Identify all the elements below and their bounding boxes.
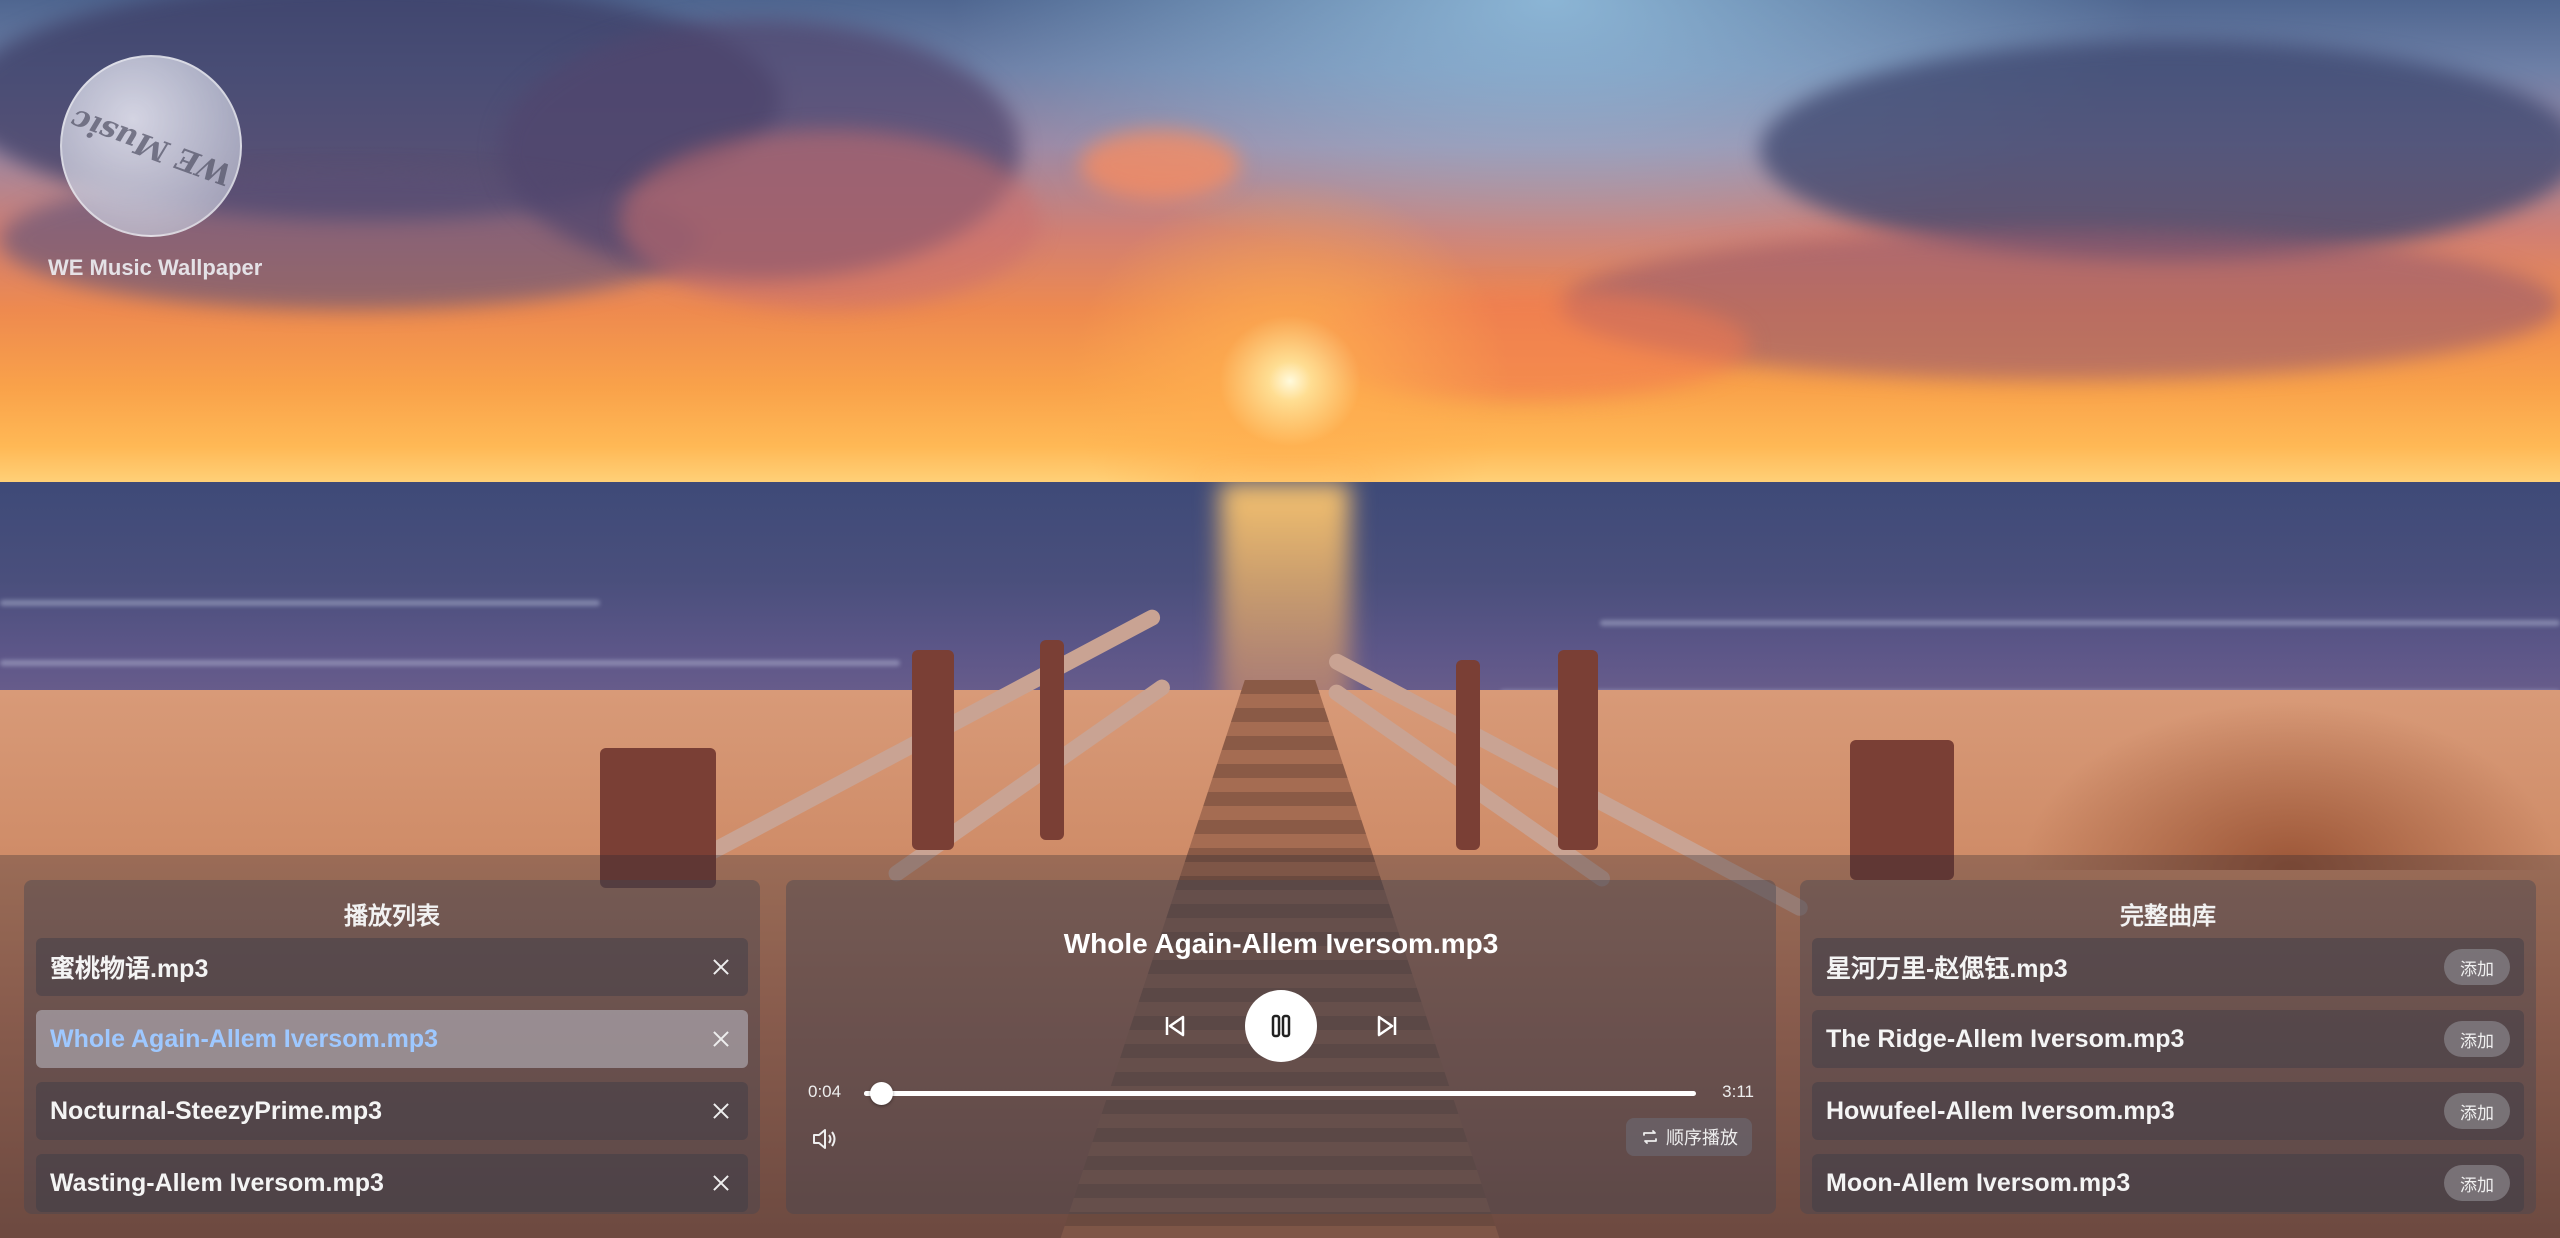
playlist-item-active[interactable]: Whole Again-Allem Iversom.mp3 [36, 1010, 748, 1068]
progress-knob[interactable] [870, 1082, 894, 1105]
close-icon[interactable] [708, 1026, 734, 1052]
app-name: WE Music Wallpaper [48, 255, 263, 280]
playlist-item[interactable]: Nocturnal-SteezyPrime.mp3 [36, 1082, 748, 1140]
play-mode-button[interactable]: 顺序播放 [1626, 1118, 1752, 1156]
pause-button[interactable] [1245, 990, 1317, 1062]
total-time: 3:11 [1722, 1082, 1754, 1101]
railing-post [1558, 650, 1598, 850]
library-panel: 完整曲库 星河万里-赵偲钰.mp3 添加 The Ridge-Allem Ive… [1800, 880, 2536, 1214]
add-button[interactable]: 添加 [2444, 949, 2510, 985]
library-item[interactable]: The Ridge-Allem Iversom.mp3 添加 [1812, 1010, 2524, 1068]
add-button[interactable]: 添加 [2444, 1093, 2510, 1129]
pause-icon [1271, 1014, 1291, 1038]
close-icon[interactable] [708, 1098, 734, 1124]
library-item[interactable]: Howufeel-Allem Iversom.mp3 添加 [1812, 1082, 2524, 1140]
playlist-item[interactable]: Wasting-Allem Iversom.mp3 [36, 1154, 748, 1212]
skip-previous-icon[interactable] [1155, 1006, 1195, 1046]
volume-icon[interactable] [810, 1124, 840, 1154]
playlist-item-label: Nocturnal-SteezyPrime.mp3 [50, 1096, 383, 1125]
library-item[interactable]: 星河万里-赵偲钰.mp3 添加 [1812, 938, 2524, 996]
library-item-label: Moon-Allem Iversom.mp3 [1826, 1168, 2131, 1197]
add-button[interactable]: 添加 [2444, 1021, 2510, 1057]
cloud [1760, 40, 2560, 260]
add-button[interactable]: 添加 [2444, 1165, 2510, 1201]
now-playing-title: Whole Again-Allem Iversom.mp3 [1063, 928, 1499, 959]
repeat-icon [1643, 1130, 1657, 1144]
transport-controls [786, 990, 1776, 1062]
close-icon[interactable] [708, 954, 734, 980]
app-logo: WE Music [60, 55, 242, 237]
playlist-item[interactable]: 蜜桃物语.mp3 [36, 938, 748, 996]
playlist-item-label: Wasting-Allem Iversom.mp3 [50, 1168, 384, 1197]
playlist-item-label: Whole Again-Allem Iversom.mp3 [50, 1024, 439, 1053]
library-title: 完整曲库 [2120, 903, 2216, 930]
logo-text: WE Music [65, 100, 237, 192]
dune-grass [2020, 700, 2560, 870]
library-item-label: Howufeel-Allem Iversom.mp3 [1826, 1096, 2175, 1125]
playlist-title: 播放列表 [344, 903, 440, 930]
playlist-panel: 播放列表 蜜桃物语.mp3 Whole Again-Allem Iversom.… [24, 880, 760, 1214]
library-item-label: 星河万里-赵偲钰.mp3 [1826, 955, 2068, 983]
railing-post [912, 650, 954, 850]
play-mode-label: 顺序播放 [1666, 1128, 1738, 1148]
library-item-label: The Ridge-Allem Iversom.mp3 [1826, 1024, 2185, 1053]
close-icon[interactable] [708, 1170, 734, 1196]
library-item[interactable]: Moon-Allem Iversom.mp3 添加 [1812, 1154, 2524, 1212]
railing-post [1456, 660, 1480, 850]
cloud [620, 130, 1040, 310]
current-time: 0:04 [808, 1082, 842, 1101]
playlist-item-label: 蜜桃物语.mp3 [50, 955, 209, 983]
wave [1600, 620, 2560, 626]
now-playing-panel: Whole Again-Allem Iversom.mp3 0:04 3:11 … [786, 880, 1776, 1214]
skip-next-icon[interactable] [1367, 1006, 1407, 1046]
wave [0, 600, 600, 606]
wave [0, 660, 900, 666]
progress-slider[interactable] [864, 1082, 1696, 1105]
railing-post [1040, 640, 1064, 840]
